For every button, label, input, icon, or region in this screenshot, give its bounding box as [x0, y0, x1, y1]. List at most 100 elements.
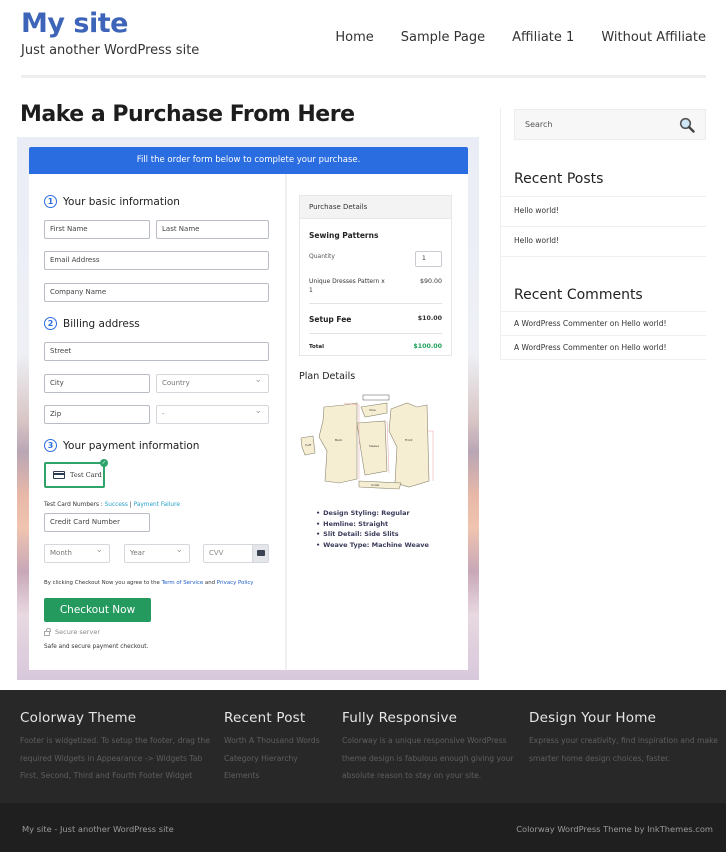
nav-without-affiliate[interactable]: Without Affiliate	[601, 30, 706, 45]
first-name-input[interactable]: First Name	[44, 220, 150, 239]
divider	[309, 333, 442, 334]
svg-text:Collar: Collar	[371, 483, 380, 487]
company-input[interactable]: Company Name	[44, 283, 269, 302]
page-title: Make a Purchase From Here	[20, 102, 355, 127]
safe-checkout-text: Safe and secure payment checkout.	[44, 644, 149, 650]
svg-text:Yoke: Yoke	[369, 408, 376, 412]
site-header: My site Just another WordPress site Home…	[0, 0, 726, 80]
step-number-1: 1	[44, 195, 57, 208]
agree-text: By clicking Checkout Now you agree to th…	[44, 580, 162, 586]
terms-agreement: By clicking Checkout Now you agree to th…	[44, 580, 254, 586]
quantity-label: Quantity	[309, 253, 335, 260]
divider	[309, 303, 442, 304]
terms-link[interactable]: Term of Service	[162, 580, 204, 586]
cvv-card-icon	[252, 545, 268, 562]
total-label: Total	[309, 344, 325, 350]
checkout-form-card: Fill the order form below to complete yo…	[29, 147, 468, 670]
nav-affiliate-1[interactable]: Affiliate 1	[512, 30, 574, 45]
card-number-input[interactable]: Credit Card Number	[44, 513, 150, 532]
state-select[interactable]: -	[156, 403, 269, 424]
footer-col-fully-responsive: Fully Responsive Colorway is a unique re…	[342, 710, 514, 785]
svg-text:Cuff: Cuff	[305, 443, 312, 447]
footer-theme-credit[interactable]: Colorway WordPress Theme by InkThemes.co…	[516, 824, 713, 834]
setup-fee-value: $10.00	[417, 315, 442, 322]
step-label: Billing address	[63, 317, 140, 330]
nav-home[interactable]: Home	[335, 30, 373, 45]
sewing-pattern-image: Back Cuff Yoke Sleeve Front Collar	[300, 394, 434, 490]
total-value: $100.00	[413, 343, 442, 350]
test-card-numbers: Test Card Numbers : Success | Payment Fa…	[44, 502, 180, 508]
search-icon[interactable]	[679, 117, 695, 133]
nav-sample-page[interactable]: Sample Page	[401, 30, 485, 45]
step-label: Your basic information	[63, 195, 180, 208]
setup-fee-label: Setup Fee	[309, 315, 352, 324]
cvv-placeholder: CVV	[209, 549, 224, 557]
step-basic-info: 1 Your basic information	[44, 195, 180, 208]
footer-widgets: Colorway Theme Footer is widgetized. To …	[0, 690, 726, 803]
recent-comment-link[interactable]: A WordPress Commenter on Hello world!	[501, 311, 706, 337]
site-title-link[interactable]: My site	[21, 8, 128, 39]
line-item-qty: 1	[309, 287, 313, 294]
year-select[interactable]: Year	[124, 542, 190, 563]
step-number-3: 3	[44, 439, 57, 452]
header-divider	[21, 75, 706, 78]
footer-post-link[interactable]: Category Hierarchy	[224, 750, 320, 768]
line-item-name: Unique Dresses Pattern x	[309, 278, 385, 285]
footer-text: Colorway is a unique responsive WordPres…	[342, 736, 507, 745]
country-select[interactable]: Country	[156, 372, 269, 393]
footer-text: Express your creativity, find inspiratio…	[529, 736, 718, 745]
recent-comment-link[interactable]: A WordPress Commenter on Hello world!	[501, 335, 706, 361]
payment-method-test-card[interactable]: Test Card ✓	[44, 459, 108, 488]
step-number-2: 2	[44, 317, 57, 330]
zip-input[interactable]: Zip	[44, 405, 150, 424]
secure-server-note: Secure server	[44, 627, 100, 636]
purchase-details-header: Purchase Details	[300, 196, 451, 219]
credit-card-icon	[53, 471, 65, 479]
footer-col-title: Fully Responsive	[342, 710, 458, 726]
footer-col-title: Recent Post	[224, 710, 306, 726]
divider	[501, 256, 706, 257]
primary-nav: Home Sample Page Affiliate 1 Without Aff…	[308, 30, 706, 45]
plan-feature: Weave Type: Machine Weave	[316, 540, 429, 551]
purchase-details-panel: Purchase Details Sewing Patterns Quantit…	[299, 195, 452, 356]
recent-post-link[interactable]: Hello world!	[501, 226, 706, 256]
email-input[interactable]: Email Address	[44, 251, 269, 270]
checkout-now-button[interactable]: Checkout Now	[44, 598, 151, 622]
city-input[interactable]: City	[44, 374, 150, 393]
footer-site-credit[interactable]: My site - Just another WordPress site	[22, 824, 174, 834]
search-widget	[514, 109, 706, 140]
test-card-label: Test Card Numbers :	[44, 502, 105, 508]
secure-server-label: Secure server	[55, 628, 100, 636]
recent-posts-title: Recent Posts	[514, 171, 604, 187]
recent-comments-title: Recent Comments	[514, 287, 643, 303]
svg-text:Back: Back	[335, 438, 343, 442]
and-text: and	[203, 580, 217, 586]
quantity-input[interactable]: 1	[415, 251, 442, 267]
last-name-input[interactable]: Last Name	[156, 220, 269, 239]
footer-col-title: Design Your Home	[529, 710, 657, 726]
footer-col-title: Colorway Theme	[20, 710, 137, 726]
divider	[501, 359, 706, 360]
footer-col-recent-post: Recent Post Worth A Thousand Words Categ…	[224, 710, 320, 785]
test-success-link[interactable]: Success	[105, 502, 128, 508]
footer-text: theme design is fabulous enough giving y…	[342, 753, 514, 763]
payment-method-label: Test Card	[70, 471, 102, 479]
footer-post-link[interactable]: Elements	[224, 767, 320, 785]
recent-post-link[interactable]: Hello world!	[501, 196, 706, 226]
plan-feature-list: Design Styling: Regular Hemline: Straigh…	[316, 508, 429, 550]
street-input[interactable]: Street	[44, 342, 269, 361]
plan-feature: Slit Detail: Side Slits	[316, 529, 429, 540]
search-input[interactable]	[515, 110, 675, 139]
cvv-input[interactable]: CVV	[203, 544, 269, 563]
footer-text: absolute reason to stay on your site.	[342, 771, 482, 780]
privacy-link[interactable]: Privacy Policy	[217, 580, 254, 586]
month-select[interactable]: Month	[44, 542, 110, 563]
footer-post-link[interactable]: Worth A Thousand Words	[224, 732, 320, 750]
site-tagline: Just another WordPress site	[21, 43, 200, 58]
footer-bottom-bar: My site - Just another WordPress site Co…	[0, 803, 726, 852]
lock-icon	[44, 627, 51, 636]
test-failure-link[interactable]: Payment Failure	[134, 502, 180, 508]
svg-text:Front: Front	[405, 438, 413, 442]
footer-text: First, Second, Third and Fourth Footer W…	[20, 771, 193, 780]
step-billing-address: 2 Billing address	[44, 317, 140, 330]
